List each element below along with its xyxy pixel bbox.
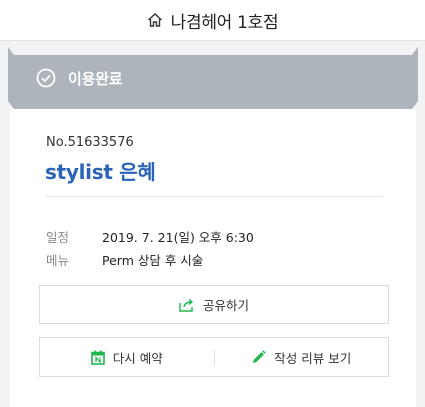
status-label: 이용완료 — [68, 69, 123, 88]
check-circle-icon — [36, 68, 56, 88]
status-banner: 이용완료 — [8, 55, 418, 101]
pencil-icon — [253, 349, 266, 363]
action-row: 다시 예약 작성 리뷰 보기 — [39, 337, 389, 377]
divider — [45, 196, 383, 197]
menu-row: 메뉴 Perm 상담 후 시술 — [46, 250, 203, 269]
status-bottom-edge — [8, 101, 418, 109]
rebook-label: 다시 예약 — [112, 350, 163, 366]
calendar-icon — [90, 350, 105, 365]
page-title: 나겸헤어 1호점 — [170, 12, 279, 33]
share-button[interactable]: 공유하기 — [39, 285, 389, 324]
reservation-number: No.51633576 — [46, 135, 134, 150]
stylist-name: stylist 은혜 — [45, 160, 156, 184]
view-reviews-button[interactable]: 작성 리뷰 보기 — [215, 338, 389, 376]
schedule-value: 2019. 7. 21(일) 오후 6:30 — [102, 230, 254, 245]
page-header: 나겸헤어 1호점 — [0, 0, 425, 41]
status-top-edge — [8, 47, 418, 55]
share-icon — [179, 298, 194, 312]
rebook-button[interactable]: 다시 예약 — [40, 338, 214, 376]
schedule-row: 일정 2019. 7. 21(일) 오후 6:30 — [46, 227, 254, 246]
view-reviews-label: 작성 리뷰 보기 — [274, 350, 352, 366]
schedule-label: 일정 — [46, 230, 70, 245]
reservation-card: No.51633576 stylist 은혜 일정 2019. 7. 21(일)… — [10, 109, 416, 407]
menu-value: Perm 상담 후 시술 — [102, 253, 204, 268]
menu-label: 메뉴 — [46, 253, 70, 268]
share-label: 공유하기 — [202, 298, 249, 313]
home-icon[interactable] — [147, 12, 163, 28]
